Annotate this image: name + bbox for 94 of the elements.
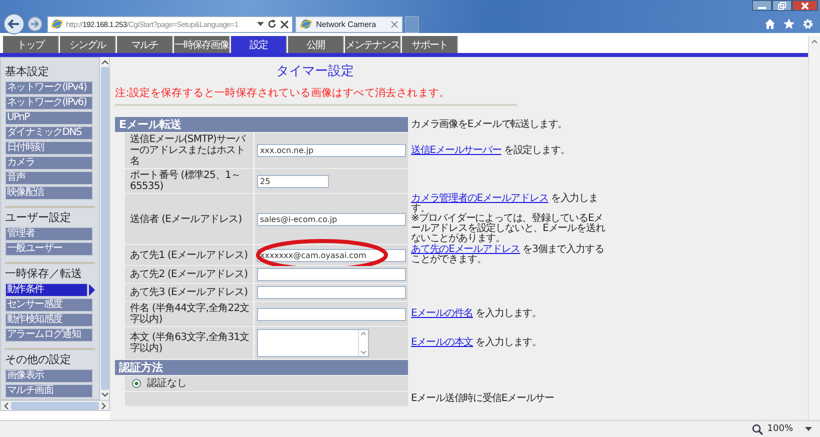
description-text: 送信Eメールサーバー を設定します。 (411, 146, 571, 156)
dropdown-icon[interactable] (805, 426, 812, 432)
scrollbar[interactable] (100, 57, 110, 400)
warning-text: 注:設定を保存すると一時保存されている画像はすべて消去されます。 (115, 87, 451, 99)
scrollbar[interactable] (808, 36, 820, 420)
close-tab-icon[interactable] (391, 20, 398, 28)
sidebar-item[interactable]: ネットワーク(IPv6) (5, 96, 93, 110)
sidebar-item[interactable]: ダイナミックDNS (5, 126, 93, 140)
sidebar-heading: 一時保存／転送 (5, 268, 83, 280)
sidebar-item[interactable]: アラームログ通知 (5, 328, 93, 342)
scroll-left-icon[interactable] (3, 402, 9, 410)
help-link[interactable]: あて先のEメールアドレス (411, 244, 520, 255)
sidebar-item[interactable]: 管理者 (5, 227, 93, 241)
forward-button[interactable] (27, 16, 43, 32)
help-link[interactable]: Eメールの本文 (411, 337, 474, 348)
star-icon[interactable] (783, 18, 795, 30)
browser-logo-icon (51, 18, 63, 30)
note-text: ※プロバイダーによっては、登録しているEメールアドレスを設定しないと、Eメールを送れないことがあります。 (411, 214, 606, 244)
restore-button[interactable] (772, 0, 792, 11)
help-link[interactable]: Eメールの件名 (411, 308, 474, 319)
scroll-right-icon[interactable] (101, 402, 107, 410)
input-field[interactable]: xxx.ocn.ne.jp (257, 144, 406, 157)
field-label: あて先2 (Eメールアドレス) (125, 266, 253, 283)
sidebar-item[interactable]: センサー感度 (5, 298, 93, 312)
help-link[interactable]: 送信Eメールサーバー (411, 144, 502, 156)
sidebar-item[interactable]: 映像配信 (5, 186, 93, 200)
sidebar-heading: 基本設定 (5, 66, 50, 78)
section-header: Eメール転送 (115, 117, 408, 132)
radio-button[interactable] (132, 379, 141, 388)
input-field[interactable]: xxxxxxx@cam.oyasai.com (257, 248, 406, 262)
sidebar-item[interactable]: 動作検知感度 (5, 313, 93, 327)
scroll-up-icon[interactable] (360, 331, 367, 336)
input-field[interactable] (257, 268, 406, 281)
nav-tab[interactable]: メンテナンス (345, 36, 401, 53)
sidebar-item[interactable]: カメラ (5, 156, 93, 170)
nav-tab[interactable]: 公開 (288, 36, 344, 53)
nav-tab[interactable]: トップ (3, 36, 59, 53)
sidebar-item[interactable]: UPnP (5, 111, 93, 125)
stop-icon[interactable] (280, 20, 289, 28)
scroll-down-icon[interactable] (360, 350, 367, 355)
sidebar-item[interactable]: 動作条件 (5, 283, 88, 297)
scroll-down-icon[interactable] (100, 392, 108, 398)
dropdown-icon[interactable] (257, 22, 264, 26)
pointer-icon (89, 284, 95, 296)
field-label: 件名 (半角44文字,全角22文字以内) (125, 302, 253, 326)
browser-logo-icon (300, 18, 312, 30)
browser-tab[interactable]: Network Camera (295, 16, 403, 32)
zoom-level[interactable]: 100% (767, 424, 793, 434)
radio-label[interactable]: 認証なし (147, 378, 187, 389)
page-title: タイマー設定 (275, 64, 355, 79)
scrollbar[interactable] (0, 400, 110, 411)
sidebar-heading: ユーザー設定 (5, 212, 72, 224)
sidebar-item[interactable]: 一般ユーザー (5, 242, 93, 256)
nav-tab[interactable]: シングル (60, 36, 116, 53)
close-button[interactable] (792, 0, 818, 11)
field-label: あて先3 (Eメールアドレス) (125, 284, 253, 301)
nav-tab[interactable]: 一時保存画像 (174, 36, 230, 53)
description-text: Eメール送信時に受信Eメールサー (411, 394, 556, 404)
field-label: 送信Eメール(SMTP)サーバーのアドレスまたはホスト名 (125, 133, 253, 168)
field-label: あて先1 (Eメールアドレス) (125, 245, 253, 265)
field-label: ポート番号 (標準25、1～65535) (125, 169, 253, 193)
sidebar-item[interactable]: マルチ画面 (5, 384, 93, 398)
description-text: カメラ画像をEメールで転送します。 (411, 120, 568, 130)
close-icon (801, 2, 809, 10)
field-label: 本文 (半角63文字,全角31文字以内) (125, 327, 253, 359)
sidebar-item[interactable]: 音声 (5, 171, 93, 185)
scroll-up-icon[interactable] (100, 59, 108, 65)
sidebar-item[interactable]: ネットワーク(IPv4) (5, 81, 93, 95)
restore-icon (778, 2, 786, 10)
sidebar-heading: その他の設定 (5, 354, 72, 366)
refresh-icon[interactable] (267, 19, 277, 29)
input-field[interactable]: sales@i-ecom.co.jp (257, 212, 406, 226)
scroll-up-icon[interactable] (811, 39, 818, 44)
back-button[interactable] (3, 13, 25, 35)
input-field[interactable] (257, 286, 406, 299)
description-text: カメラ管理者のEメールアドレス を入力します。 (411, 194, 598, 214)
nav-tab[interactable]: マルチ (117, 36, 173, 53)
text-area[interactable] (257, 329, 369, 357)
nav-tab[interactable]: サポート (402, 36, 458, 53)
help-link[interactable]: カメラ管理者のEメールアドレス (411, 193, 548, 204)
nav-tab[interactable]: 設定 (231, 36, 287, 53)
zoom-icon[interactable] (752, 424, 764, 434)
sidebar-item[interactable]: 日付時刻 (5, 141, 93, 155)
input-field[interactable] (257, 308, 406, 320)
input-field[interactable]: 25 (257, 174, 329, 188)
field-label: 送信者 (Eメールアドレス) (125, 194, 253, 244)
home-icon[interactable] (764, 18, 776, 30)
minimize-button[interactable] (752, 0, 772, 11)
settings-icon[interactable] (802, 18, 814, 30)
description-text: Eメールの件名 を入力します。 (411, 309, 543, 319)
description-text: Eメールの本文 を入力します。 (411, 338, 543, 348)
sidebar-item[interactable]: 画像表示 (5, 369, 93, 383)
description-text: あて先のEメールアドレス を3個まで入力することができます。 (411, 245, 605, 265)
section-header: 認証方法 (115, 360, 408, 375)
